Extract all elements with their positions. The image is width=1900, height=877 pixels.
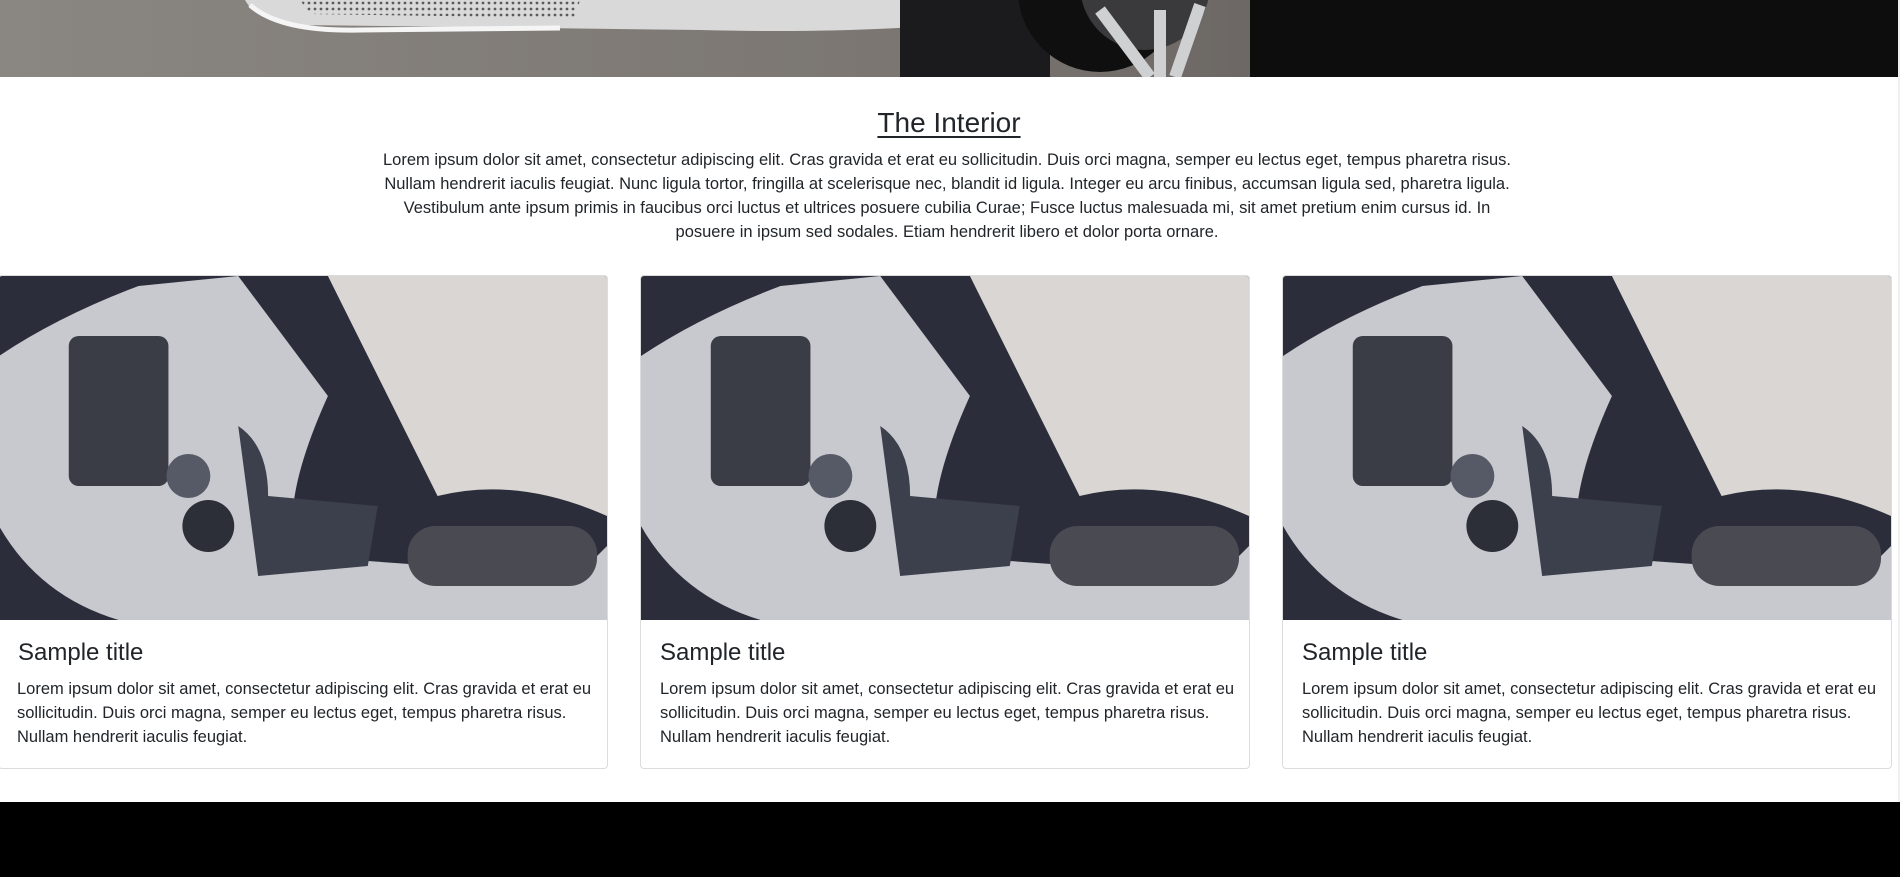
card-text: Lorem ipsum dolor sit amet, consectetur …: [660, 680, 1235, 746]
card-image: [0, 276, 607, 620]
section-title: The Interior: [877, 107, 1021, 138]
footer: [0, 802, 1900, 877]
card-image: [641, 276, 1249, 620]
card-title: Sample title: [660, 639, 786, 666]
hero-car-image: [0, 0, 1898, 77]
card-title: Sample title: [1302, 639, 1428, 666]
card-title: Sample title: [18, 639, 144, 666]
card-image: [1283, 276, 1891, 620]
card-text: Lorem ipsum dolor sit amet, consectetur …: [1302, 680, 1877, 746]
card-text: Lorem ipsum dolor sit amet, consectetur …: [17, 680, 592, 746]
section-paragraph: Lorem ipsum dolor sit amet, consectetur …: [382, 151, 1512, 241]
